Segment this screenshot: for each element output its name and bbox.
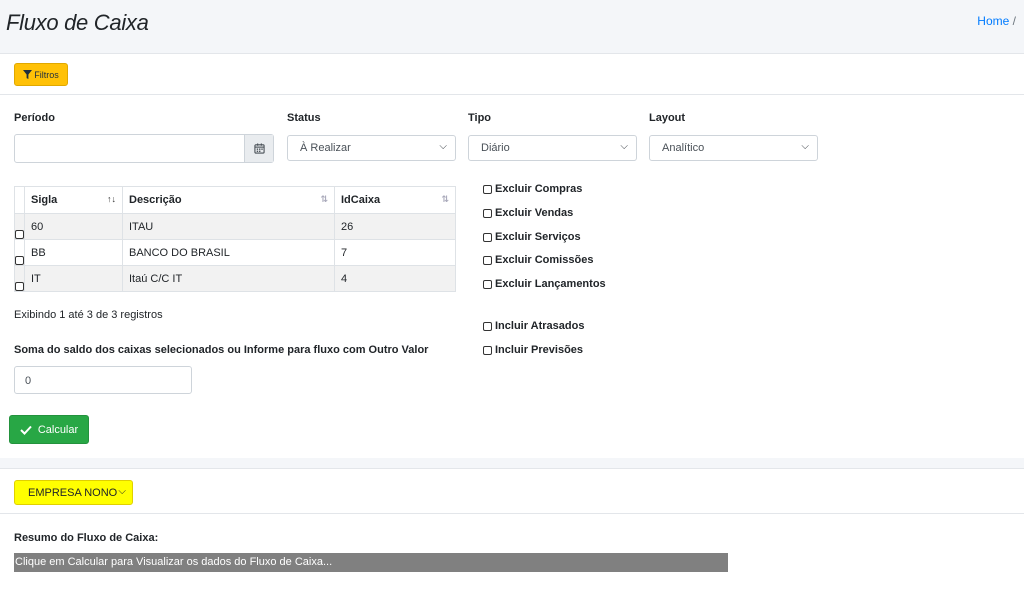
- column-header-idcaixa[interactable]: IdCaixa ⇅: [334, 186, 456, 214]
- cell-descricao: Itaú C/C IT: [122, 265, 335, 292]
- tipo-value: Diário: [481, 142, 510, 154]
- sum-input[interactable]: 0: [14, 366, 192, 394]
- cell-sigla: BB: [24, 239, 123, 266]
- checkbox-incluir-atrasados[interactable]: Incluir Atrasados: [483, 320, 584, 332]
- filter-card: Filtros Período Status À Realizar ⌵ Tipo…: [0, 53, 1024, 458]
- row-checkbox[interactable]: [15, 282, 24, 291]
- breadcrumb-separator: /: [1012, 14, 1016, 28]
- sort-asc-icon: ↑↓: [107, 194, 116, 204]
- cell-sigla: IT: [24, 265, 123, 292]
- sort-icon: ⇅: [441, 194, 449, 204]
- table-header-row: Sigla ↑↓ Descrição ⇅ IdCaixa ⇅: [14, 186, 456, 214]
- checkbox-incluir-previsoes[interactable]: Incluir Previsões: [483, 344, 583, 356]
- sum-label: Soma do saldo dos caixas selecionados ou…: [14, 344, 429, 356]
- check-icon: [20, 425, 32, 435]
- table-info: Exibindo 1 até 3 de 3 registros: [14, 309, 163, 321]
- empresa-select[interactable]: EMPRESA NONO ⌵: [14, 480, 133, 505]
- row-checkbox[interactable]: [15, 230, 24, 239]
- resumo-card: EMPRESA NONO ⌵ Resumo do Fluxo de Caixa:…: [0, 468, 1024, 597]
- checkbox-excluir-comissoes[interactable]: Excluir Comissões: [483, 254, 593, 266]
- calendar-button[interactable]: [244, 135, 273, 162]
- empresa-value: EMPRESA NONO: [28, 487, 118, 499]
- column-header-descricao[interactable]: Descrição ⇅: [122, 186, 335, 214]
- filters-button-label: Filtros: [34, 69, 59, 80]
- filter-card-header: Filtros: [0, 54, 1024, 95]
- cell-descricao: ITAU: [122, 213, 335, 240]
- checkbox-box[interactable]: [483, 255, 492, 265]
- breadcrumb: Home /: [977, 14, 1016, 28]
- checkbox-box[interactable]: [483, 232, 492, 242]
- checkbox-excluir-servicos[interactable]: Excluir Serviços: [483, 231, 581, 243]
- chevron-down-icon: ⌵: [439, 141, 447, 152]
- resumo-title: Resumo do Fluxo de Caixa:: [14, 532, 159, 544]
- chevron-down-icon: ⌵: [801, 141, 809, 152]
- breadcrumb-home-link[interactable]: Home: [977, 14, 1009, 28]
- checkbox-box[interactable]: [483, 279, 492, 289]
- layout-select[interactable]: Analítico ⌵: [649, 135, 818, 161]
- status-label: Status: [287, 112, 321, 124]
- sort-icon: ⇅: [320, 194, 328, 204]
- checkbox-excluir-vendas[interactable]: Excluir Vendas: [483, 207, 573, 219]
- tipo-select[interactable]: Diário ⌵: [468, 135, 637, 161]
- tipo-label: Tipo: [468, 112, 492, 124]
- periodo-input[interactable]: [14, 134, 274, 163]
- cell-sigla: 60: [24, 213, 123, 240]
- column-header-sigla[interactable]: Sigla ↑↓: [24, 186, 123, 214]
- checkbox-excluir-compras[interactable]: Excluir Compras: [483, 183, 582, 195]
- caixas-table: Sigla ↑↓ Descrição ⇅ IdCaixa ⇅ 60 ITAU 26 B…: [14, 186, 456, 292]
- page-title: Fluxo de Caixa: [6, 10, 149, 35]
- checkbox-excluir-lancamentos[interactable]: Excluir Lançamentos: [483, 278, 606, 290]
- filters-button[interactable]: Filtros: [14, 63, 68, 86]
- calendar-icon: [253, 143, 265, 154]
- status-value: À Realizar: [300, 142, 351, 154]
- table-row[interactable]: 60 ITAU 26: [14, 213, 456, 240]
- cell-idcaixa: 4: [334, 265, 456, 292]
- resumo-card-header: EMPRESA NONO ⌵: [0, 469, 1024, 514]
- checkbox-box[interactable]: [483, 208, 492, 218]
- row-checkbox[interactable]: [15, 256, 24, 265]
- chevron-down-icon: ⌵: [620, 141, 628, 152]
- checkbox-box[interactable]: [483, 184, 492, 194]
- calculate-button[interactable]: Calcular: [9, 415, 89, 444]
- cell-idcaixa: 26: [334, 213, 456, 240]
- chevron-down-icon: ⌵: [118, 486, 126, 497]
- filter-icon: [23, 70, 33, 79]
- status-select[interactable]: À Realizar ⌵: [287, 135, 456, 161]
- cell-idcaixa: 7: [334, 239, 456, 266]
- layout-label: Layout: [649, 112, 686, 124]
- checkbox-box[interactable]: [483, 345, 492, 355]
- checkbox-box[interactable]: [483, 321, 492, 331]
- select-column-header: [14, 186, 25, 214]
- resumo-message: Clique em Calcular para Visualizar os da…: [14, 553, 728, 572]
- table-row[interactable]: IT Itaú C/C IT 4: [14, 265, 456, 292]
- cell-descricao: BANCO DO BRASIL: [122, 239, 335, 266]
- calculate-button-label: Calcular: [37, 423, 79, 436]
- periodo-label: Período: [14, 112, 55, 124]
- page-header: Fluxo de Caixa Home /: [0, 0, 1024, 53]
- table-row[interactable]: BB BANCO DO BRASIL 7: [14, 239, 456, 266]
- layout-value: Analítico: [662, 142, 705, 154]
